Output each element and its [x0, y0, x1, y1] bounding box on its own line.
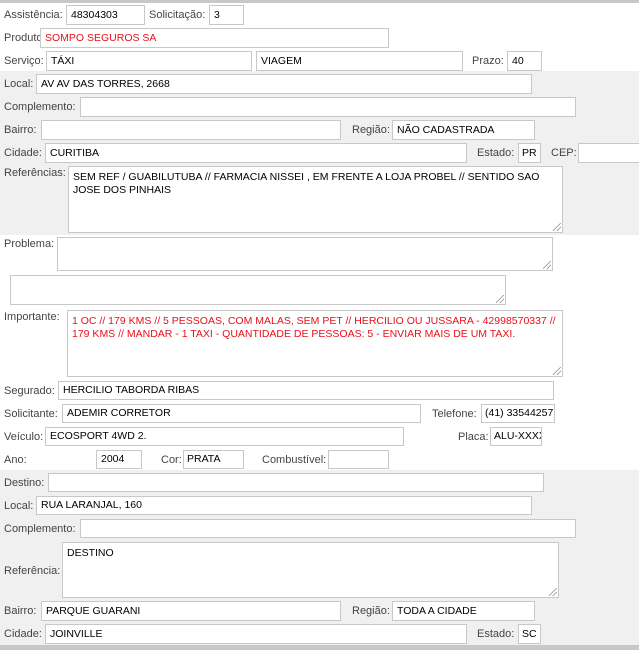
assistencia-field[interactable]: 48304303: [66, 5, 145, 25]
assistencia-label: Assistência:: [4, 9, 63, 21]
cor-label: Cor:: [161, 454, 182, 466]
destino-regiao-label: Região:: [352, 605, 390, 617]
destino-estado-field[interactable]: SC: [518, 624, 541, 644]
destino-complemento-field[interactable]: [80, 519, 576, 538]
problema-extra-textarea[interactable]: [10, 275, 506, 305]
cor-field[interactable]: PRATA: [183, 450, 244, 469]
local-field[interactable]: AV AV DAS TORRES, 2668: [36, 74, 532, 94]
top-border: [0, 0, 639, 3]
servico-label: Serviço:: [4, 55, 44, 67]
solicitacao-label: Solicitação:: [149, 9, 206, 21]
prazo-field[interactable]: 40: [507, 51, 542, 71]
bairro-field[interactable]: [41, 120, 341, 140]
placa-label: Placa:: [458, 431, 489, 443]
veiculo-label: Veículo:: [4, 431, 44, 443]
produto-field[interactable]: SOMPO SEGUROS SA: [40, 28, 389, 48]
destino-local-label: Local:: [4, 500, 34, 512]
estado-label: Estado:: [477, 147, 515, 159]
destino-regiao-field[interactable]: TODA A CIDADE: [392, 601, 535, 621]
veiculo-field[interactable]: ECOSPORT 4WD 2.: [45, 427, 404, 446]
combustivel-label: Combustível:: [262, 454, 327, 466]
bairro-label: Bairro:: [4, 124, 37, 136]
complemento-label: Complemento:: [4, 101, 76, 113]
referencias-label: Referências:: [4, 167, 66, 179]
destino-bairro-field[interactable]: PARQUE GUARANI: [41, 601, 341, 621]
ano-field[interactable]: 2004: [96, 450, 142, 469]
segurado-field[interactable]: HERCILIO TABORDA RIBAS: [58, 381, 554, 400]
solicitacao-field[interactable]: 3: [209, 5, 244, 25]
cep-field[interactable]: [578, 143, 639, 163]
solicitante-field[interactable]: ADEMIR CORRETOR: [62, 404, 421, 423]
destino-field[interactable]: [48, 473, 544, 492]
regiao-label: Região:: [352, 124, 390, 136]
problema-textarea[interactable]: [57, 237, 553, 271]
destino-complemento-label: Complemento:: [4, 523, 76, 535]
combustivel-field[interactable]: [328, 450, 389, 469]
destino-referencia-textarea[interactable]: DESTINO: [62, 542, 559, 598]
estado-field[interactable]: PR: [518, 143, 541, 163]
problema-label: Problema:: [4, 238, 55, 250]
telefone-label: Telefone:: [432, 408, 477, 420]
destino-bairro-label: Bairro:: [4, 605, 37, 617]
cidade-label: Cidade:: [4, 147, 42, 159]
bottom-border: [0, 645, 639, 650]
importante-label: Importante:: [4, 311, 60, 323]
ano-label: Ano:: [4, 454, 27, 466]
servico-tipo-field[interactable]: VIAGEM: [256, 51, 463, 71]
local-label: Local:: [4, 78, 34, 90]
segurado-label: Segurado:: [4, 385, 55, 397]
cep-label: CEP:: [551, 147, 577, 159]
destino-label: Destino:: [4, 477, 45, 489]
solicitante-label: Solicitante:: [4, 408, 58, 420]
cidade-field[interactable]: CURITIBA: [45, 143, 467, 163]
telefone-field[interactable]: (41) 33544257: [481, 404, 555, 423]
destino-referencia-label: Referência:: [4, 565, 61, 577]
destino-estado-label: Estado:: [477, 628, 515, 640]
destino-local-field[interactable]: RUA LARANJAL, 160: [36, 496, 532, 515]
importante-textarea[interactable]: 1 OC // 179 KMS // 5 PESSOAS, COM MALAS,…: [67, 310, 563, 377]
destino-cidade-field[interactable]: JOINVILLE: [45, 624, 467, 644]
servico-field[interactable]: TÁXI: [46, 51, 252, 71]
prazo-label: Prazo:: [472, 55, 504, 67]
destino-cidade-label: Cidade:: [4, 628, 42, 640]
complemento-field[interactable]: [80, 97, 576, 117]
regiao-field[interactable]: NÃO CADASTRADA: [392, 120, 535, 140]
referencias-textarea[interactable]: SEM REF / GUABILUTUBA // FARMACIA NISSEI…: [68, 166, 563, 233]
placa-field[interactable]: ALU-XXXX: [490, 427, 542, 446]
